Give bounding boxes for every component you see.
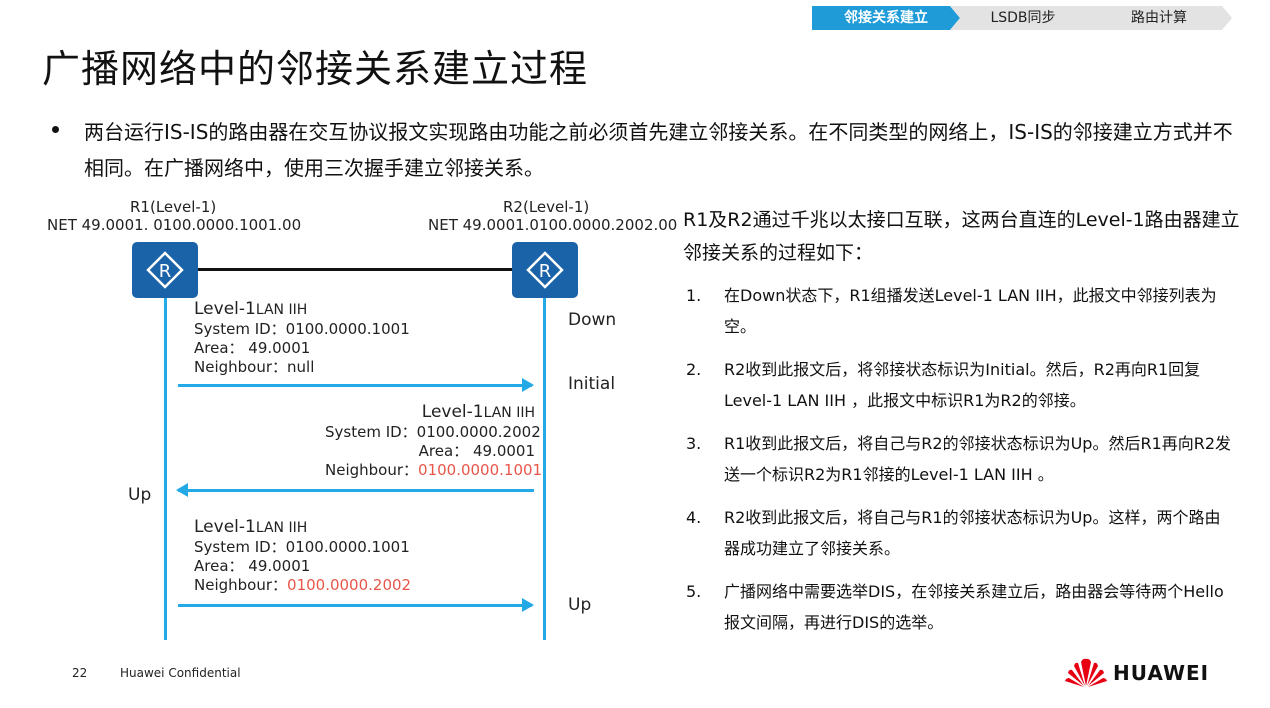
list-item: 1. 在Down状态下，R1组播发送Level-1 LAN IIH，此报文中邻接列… — [686, 286, 1217, 336]
r1-name: R1(Level-1) — [130, 198, 217, 216]
r2-timeline — [543, 296, 546, 640]
page-title: 广播网络中的邻接关系建立过程 — [42, 47, 589, 91]
state-down: Down — [568, 310, 617, 330]
hello-message-1: Level-1LAN IIH System ID：0100.0000.1001 … — [194, 299, 410, 377]
r1-net: NET 49.0001. 0100.0000.1001.00 — [47, 216, 302, 234]
nav-step-adjacency[interactable]: 邻接关系建立 — [812, 6, 960, 30]
state-initial: Initial — [568, 374, 616, 394]
bullet-dot — [52, 126, 59, 133]
hello-message-2: Level-1LAN IIH System ID：0100.0000.2002 … — [325, 402, 543, 480]
procedure-steps: 1. 在Down状态下，R1组播发送Level-1 LAN IIH，此报文中邻接列… — [686, 280, 1236, 650]
r2-name: R2(Level-1) — [503, 198, 590, 216]
nav-step-lsdb[interactable]: LSDB同步 — [950, 6, 1096, 30]
hello-message-3: Level-1LAN IIH System ID：0100.0000.1001 … — [194, 517, 412, 595]
svg-text:R: R — [539, 261, 552, 282]
list-item: 5. 广播网络中需要选举DIS，在邻接关系建立后，路由器会等待两个Hello报文间… — [686, 582, 1224, 632]
page-number: 22 — [72, 666, 88, 680]
brand-name: HUAWEI — [1113, 661, 1210, 685]
arrow-r1-to-r2 — [178, 378, 534, 392]
state-up-r2: Up — [568, 595, 592, 615]
list-item: 2. R2收到此报文后，将邻接状态标识为Initial。然后，R2再向R1回复Le… — [686, 360, 1201, 410]
state-up-r1: Up — [128, 485, 152, 505]
ethernet-link — [196, 268, 514, 271]
huawei-logo-icon — [1065, 658, 1107, 687]
router-icon: R — [132, 242, 198, 298]
r2-net: NET 49.0001.0100.0000.2002.00 — [428, 216, 678, 234]
intro-paragraph: 两台运行IS-IS的路由器在交互协议报文实现路由功能之前必须首先建立邻接关系。在… — [84, 120, 1233, 180]
nav-step-route[interactable]: 路由计算 — [1086, 6, 1232, 30]
list-item: 4. R2收到此报文后，将自己与R1的邻接状态标识为Up。这样，两个路由器成功建立… — [686, 508, 1221, 558]
arrow-r2-to-r1 — [176, 483, 534, 497]
arrow-r1-to-r2 — [178, 598, 534, 612]
r1-timeline — [164, 296, 167, 640]
router-icon: R — [512, 242, 578, 298]
description-intro: R1及R2通过千兆以太接口互联，这两台直连的Level-1路由器建立邻接关系的过… — [683, 209, 1240, 264]
confidential-label: Huawei Confidential — [120, 666, 241, 680]
svg-text:R: R — [159, 261, 172, 282]
progress-nav: 邻接关系建立 LSDB同步 路由计算 — [812, 6, 1232, 30]
list-item: 3. R1收到此报文后，将自己与R2的邻接状态标识为Up。然后R1再向R2发送一个… — [686, 434, 1232, 484]
